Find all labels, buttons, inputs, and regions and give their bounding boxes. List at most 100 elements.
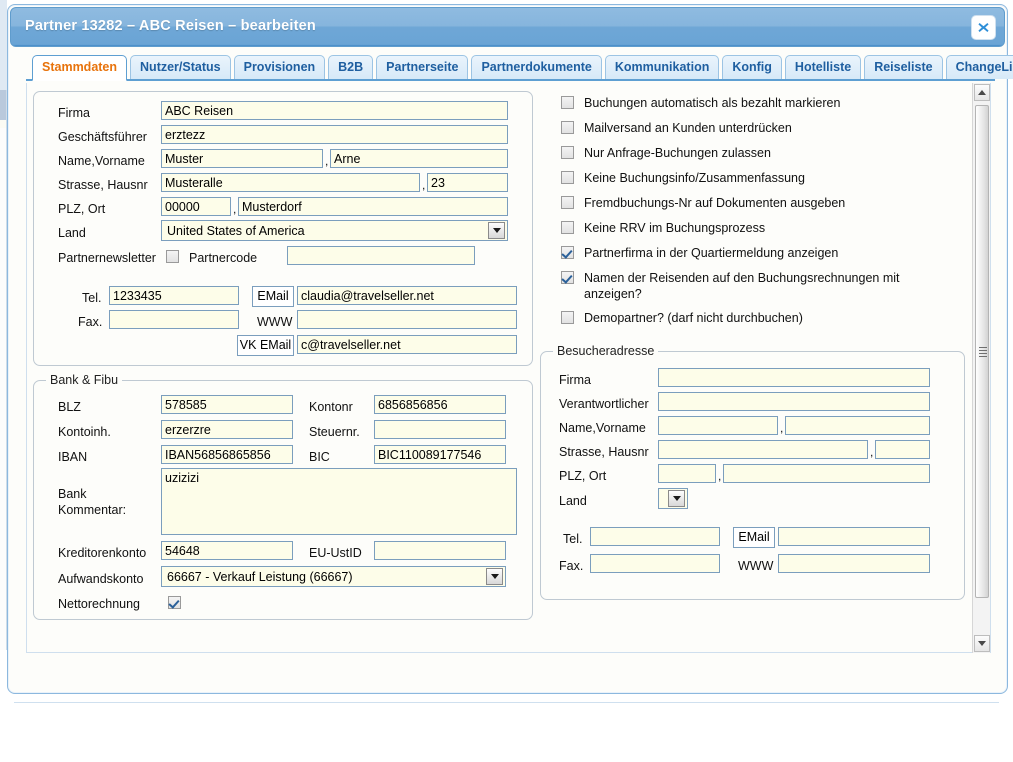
- input-blz[interactable]: [161, 395, 293, 414]
- textarea-bank-kommentar[interactable]: [161, 468, 517, 535]
- separator-comma: ,: [718, 469, 721, 483]
- label-besucher-tel: Tel.: [563, 531, 582, 547]
- input-bic[interactable]: [374, 445, 506, 464]
- input-partnercode[interactable]: [287, 246, 475, 265]
- checkbox-partnerfirma-quartiermeldung[interactable]: [561, 246, 574, 259]
- label-blz: BLZ: [58, 399, 81, 415]
- input-besucher-verantwortlicher[interactable]: [658, 392, 930, 411]
- input-vorname[interactable]: [330, 149, 508, 168]
- select-aufwandskonto[interactable]: 66667 - Verkauf Leistung (66667): [161, 566, 506, 587]
- input-plz[interactable]: [161, 197, 231, 216]
- label-mailversand-unterdruecken: Mailversand an Kunden unterdrücken: [584, 120, 792, 136]
- input-iban[interactable]: [161, 445, 293, 464]
- tab-partnerseite[interactable]: Partnerseite: [376, 55, 468, 79]
- partner-edit-dialog: Partner 13282 – ABC Reisen – bearbeiten …: [7, 4, 1008, 694]
- input-besucher-www[interactable]: [778, 554, 930, 573]
- label-steuernr: Steuernr.: [309, 424, 360, 440]
- input-tel[interactable]: [109, 286, 239, 305]
- input-geschaeftsfuehrer[interactable]: [161, 125, 508, 144]
- label-aufwandskonto: Aufwandskonto: [58, 571, 143, 587]
- tab-konfig[interactable]: Konfig: [722, 55, 782, 79]
- input-besucher-hausnr[interactable]: [875, 440, 930, 459]
- input-besucher-fax[interactable]: [590, 554, 720, 573]
- besucher-email-button[interactable]: EMail: [733, 527, 775, 548]
- tab-content-stammdaten: Firma Geschäftsführer Name,Vorname , Str…: [26, 83, 991, 653]
- label-keine-rrv: Keine RRV im Buchungsprozess: [584, 220, 765, 236]
- main-address-panel: Firma Geschäftsführer Name,Vorname , Str…: [33, 91, 533, 366]
- select-aufwandskonto-value: 66667 - Verkauf Leistung (66667): [162, 570, 486, 584]
- tab-changelist[interactable]: ChangeList: [946, 55, 1013, 79]
- input-nachname[interactable]: [161, 149, 323, 168]
- input-email[interactable]: [297, 286, 517, 305]
- visitor-address-panel: Besucheradresse Firma Verantwortlicher N…: [540, 351, 965, 600]
- application-root: Partner 13282 – ABC Reisen – bearbeiten …: [0, 0, 1013, 762]
- separator-comma: ,: [780, 421, 783, 435]
- scroll-pane: Firma Geschäftsführer Name,Vorname , Str…: [27, 83, 974, 653]
- input-firma[interactable]: [161, 101, 508, 120]
- input-besucher-strasse[interactable]: [658, 440, 868, 459]
- input-besucher-firma[interactable]: [658, 368, 930, 387]
- booking-options-group: Buchungen automatisch als bezahlt markie…: [540, 91, 965, 331]
- label-partnerfirma-quartiermeldung: Partnerfirma in der Quartiermeldung anze…: [584, 245, 838, 261]
- input-hausnr[interactable]: [427, 173, 508, 192]
- checkbox-nur-anfrage-buchungen[interactable]: [561, 146, 574, 159]
- vertical-scrollbar[interactable]: [972, 83, 990, 653]
- tab-provisionen[interactable]: Provisionen: [234, 55, 326, 79]
- label-bank-kommentar-1: Bank: [58, 486, 87, 502]
- input-besucher-vorname[interactable]: [785, 416, 930, 435]
- tab-partnerdokumente[interactable]: Partnerdokumente: [471, 55, 601, 79]
- separator-comma: ,: [233, 202, 236, 216]
- label-besucher-fax: Fax.: [559, 558, 583, 574]
- label-buchungen-bezahlt: Buchungen automatisch als bezahlt markie…: [584, 95, 840, 111]
- checkbox-mailversand-unterdruecken[interactable]: [561, 121, 574, 134]
- select-besucher-land[interactable]: [658, 488, 688, 509]
- separator-comma: ,: [325, 154, 328, 168]
- close-button[interactable]: [971, 15, 996, 40]
- select-land[interactable]: United States of America: [161, 220, 508, 241]
- input-strasse[interactable]: [161, 173, 420, 192]
- checkbox-nettorechnung[interactable]: [168, 596, 181, 609]
- label-land: Land: [58, 225, 86, 241]
- input-fax[interactable]: [109, 310, 239, 329]
- input-kreditorenkonto[interactable]: [161, 541, 293, 560]
- checkbox-keine-rrv[interactable]: [561, 221, 574, 234]
- tab-b2b[interactable]: B2B: [328, 55, 373, 79]
- close-icon: [977, 21, 990, 34]
- scrollbar-thumb[interactable]: [975, 105, 989, 598]
- background-window-sliver-top: [0, 0, 7, 90]
- checkbox-namen-reisenden[interactable]: [561, 271, 574, 284]
- input-steuernr[interactable]: [374, 420, 506, 439]
- tab-hotelliste[interactable]: Hotelliste: [785, 55, 861, 79]
- select-land-value: United States of America: [162, 224, 488, 238]
- input-ort[interactable]: [238, 197, 508, 216]
- input-vk-email[interactable]: [297, 335, 517, 354]
- scrollbar-grip-icon: [979, 347, 987, 357]
- checkbox-partnernewsletter[interactable]: [166, 250, 179, 263]
- scroll-up-button[interactable]: [974, 84, 990, 101]
- checkbox-keine-buchungsinfo[interactable]: [561, 171, 574, 184]
- email-button[interactable]: EMail: [252, 286, 294, 307]
- input-besucher-nachname[interactable]: [658, 416, 778, 435]
- vk-email-button[interactable]: VK EMail: [237, 335, 294, 356]
- input-besucher-email[interactable]: [778, 527, 930, 546]
- scroll-down-button[interactable]: [974, 635, 990, 652]
- input-kontoinh[interactable]: [161, 420, 293, 439]
- tab-reiseliste[interactable]: Reiseliste: [864, 55, 942, 79]
- input-kontonr[interactable]: [374, 395, 506, 414]
- input-eu-ustid[interactable]: [374, 541, 506, 560]
- input-besucher-plz[interactable]: [658, 464, 716, 483]
- input-besucher-ort[interactable]: [723, 464, 930, 483]
- label-firma: Firma: [58, 105, 90, 121]
- label-bic: BIC: [309, 449, 330, 465]
- input-besucher-tel[interactable]: [590, 527, 720, 546]
- arrow-up-icon: [978, 90, 986, 95]
- tab-kommunikation[interactable]: Kommunikation: [605, 55, 719, 79]
- label-keine-buchungsinfo: Keine Buchungsinfo/Zusammenfassung: [584, 170, 805, 186]
- label-iban: IBAN: [58, 449, 87, 465]
- tab-stammdaten[interactable]: Stammdaten: [32, 55, 127, 81]
- tab-nutzer-status[interactable]: Nutzer/Status: [130, 55, 231, 79]
- checkbox-fremdbuchungsnr[interactable]: [561, 196, 574, 209]
- input-www[interactable]: [297, 310, 517, 329]
- checkbox-demopartner[interactable]: [561, 311, 574, 324]
- checkbox-buchungen-bezahlt[interactable]: [561, 96, 574, 109]
